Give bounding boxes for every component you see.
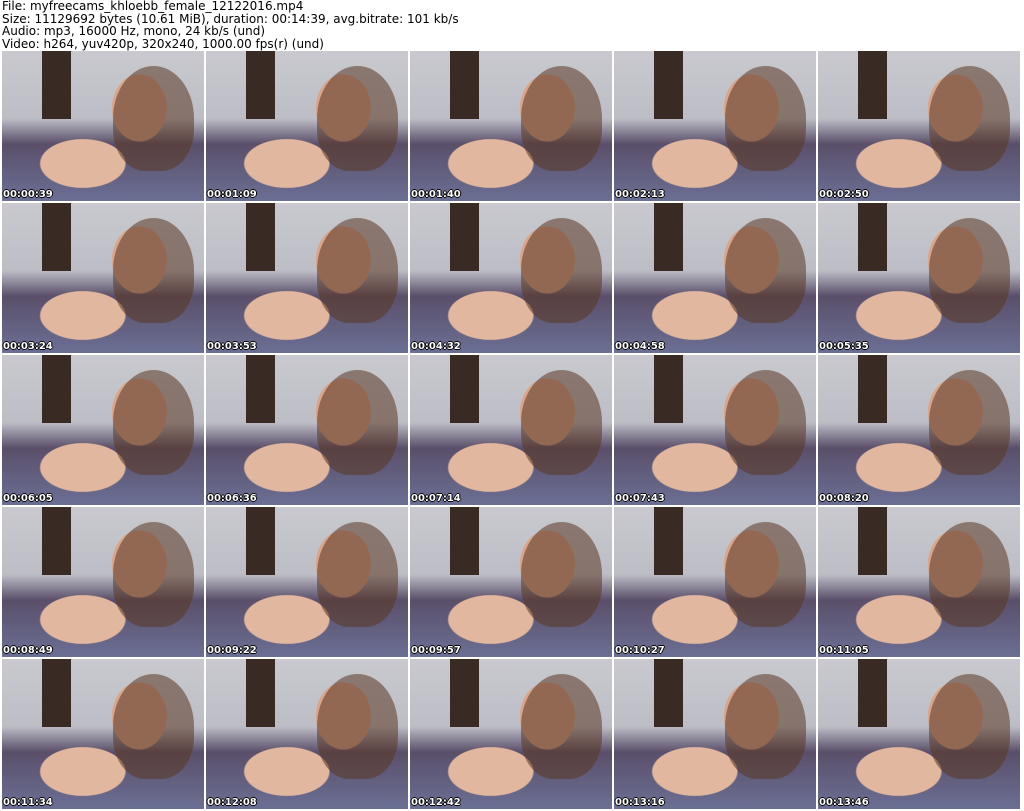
thumbnail-timestamp: 00:05:35	[819, 341, 869, 352]
video-thumbnail: 00:07:43	[614, 355, 816, 505]
video-info: Video: h264, yuv420p, 320x240, 1000.00 f…	[2, 36, 324, 51]
audio-info: Audio: mp3, 16000 Hz, mono, 24 kb/s (und…	[2, 24, 266, 38]
thumbnail-timestamp: 00:09:22	[207, 645, 257, 656]
video-thumbnail: 00:04:58	[614, 203, 816, 353]
video-thumbnail: 00:02:13	[614, 51, 816, 201]
thumbnail-timestamp: 00:03:53	[207, 341, 257, 352]
video-thumbnail: 00:02:50	[818, 51, 1020, 201]
video-thumbnail: 00:03:24	[2, 203, 204, 353]
video-thumbnail: 00:09:57	[410, 507, 612, 657]
video-thumbnail: 00:11:34	[2, 659, 204, 809]
video-thumbnail: 00:12:08	[206, 659, 408, 809]
thumbnail-timestamp: 00:11:34	[3, 797, 53, 808]
thumbnail-timestamp: 00:10:27	[615, 645, 665, 656]
thumbnail-timestamp: 00:07:43	[615, 493, 665, 504]
thumbnail-timestamp: 00:13:16	[615, 797, 665, 808]
thumbnail-timestamp: 00:04:32	[411, 341, 461, 352]
video-thumbnail: 00:09:22	[206, 507, 408, 657]
video-thumbnail: 00:06:36	[206, 355, 408, 505]
video-thumbnail: 00:13:46	[818, 659, 1020, 809]
thumbnail-timestamp: 00:01:40	[411, 189, 461, 200]
thumbnail-timestamp: 00:08:20	[819, 493, 869, 504]
video-thumbnail: 00:04:32	[410, 203, 612, 353]
thumbnail-timestamp: 00:13:46	[819, 797, 869, 808]
thumbnail-timestamp: 00:06:36	[207, 493, 257, 504]
thumbnail-grid: 00:00:39 00:01:09 00:01:40 00:02:13 00:02:50…	[2, 51, 1020, 809]
thumbnail-timestamp: 00:12:08	[207, 797, 257, 808]
video-thumbnail: 00:11:05	[818, 507, 1020, 657]
thumbnail-timestamp: 00:06:05	[3, 493, 53, 504]
thumbnail-timestamp: 00:02:50	[819, 189, 869, 200]
thumbnail-timestamp: 00:03:24	[3, 341, 53, 352]
file-name: File: myfreecams_khloebb_female_12122016…	[2, 0, 304, 13]
video-thumbnail: 00:01:09	[206, 51, 408, 201]
video-thumbnail: 00:05:35	[818, 203, 1020, 353]
thumbnail-timestamp: 00:02:13	[615, 189, 665, 200]
video-thumbnail: 00:12:42	[410, 659, 612, 809]
video-thumbnail: 00:13:16	[614, 659, 816, 809]
video-thumbnail: 00:00:39	[2, 51, 204, 201]
thumbnail-timestamp: 00:00:39	[3, 189, 53, 200]
thumbnail-timestamp: 00:11:05	[819, 645, 869, 656]
thumbnail-timestamp: 00:01:09	[207, 189, 257, 200]
video-thumbnail: 00:06:05	[2, 355, 204, 505]
thumbnail-timestamp: 00:09:57	[411, 645, 461, 656]
file-info: File: myfreecams_khloebb_female_12122016…	[2, 0, 459, 50]
thumbnail-timestamp: 00:04:58	[615, 341, 665, 352]
video-thumbnail: 00:07:14	[410, 355, 612, 505]
thumbnail-timestamp: 00:12:42	[411, 797, 461, 808]
video-thumbnail: 00:08:20	[818, 355, 1020, 505]
video-thumbnail: 00:08:49	[2, 507, 204, 657]
video-thumbnail: 00:03:53	[206, 203, 408, 353]
video-thumbnail: 00:10:27	[614, 507, 816, 657]
thumbnail-timestamp: 00:07:14	[411, 493, 461, 504]
thumbnail-timestamp: 00:08:49	[3, 645, 53, 656]
video-thumbnail: 00:01:40	[410, 51, 612, 201]
